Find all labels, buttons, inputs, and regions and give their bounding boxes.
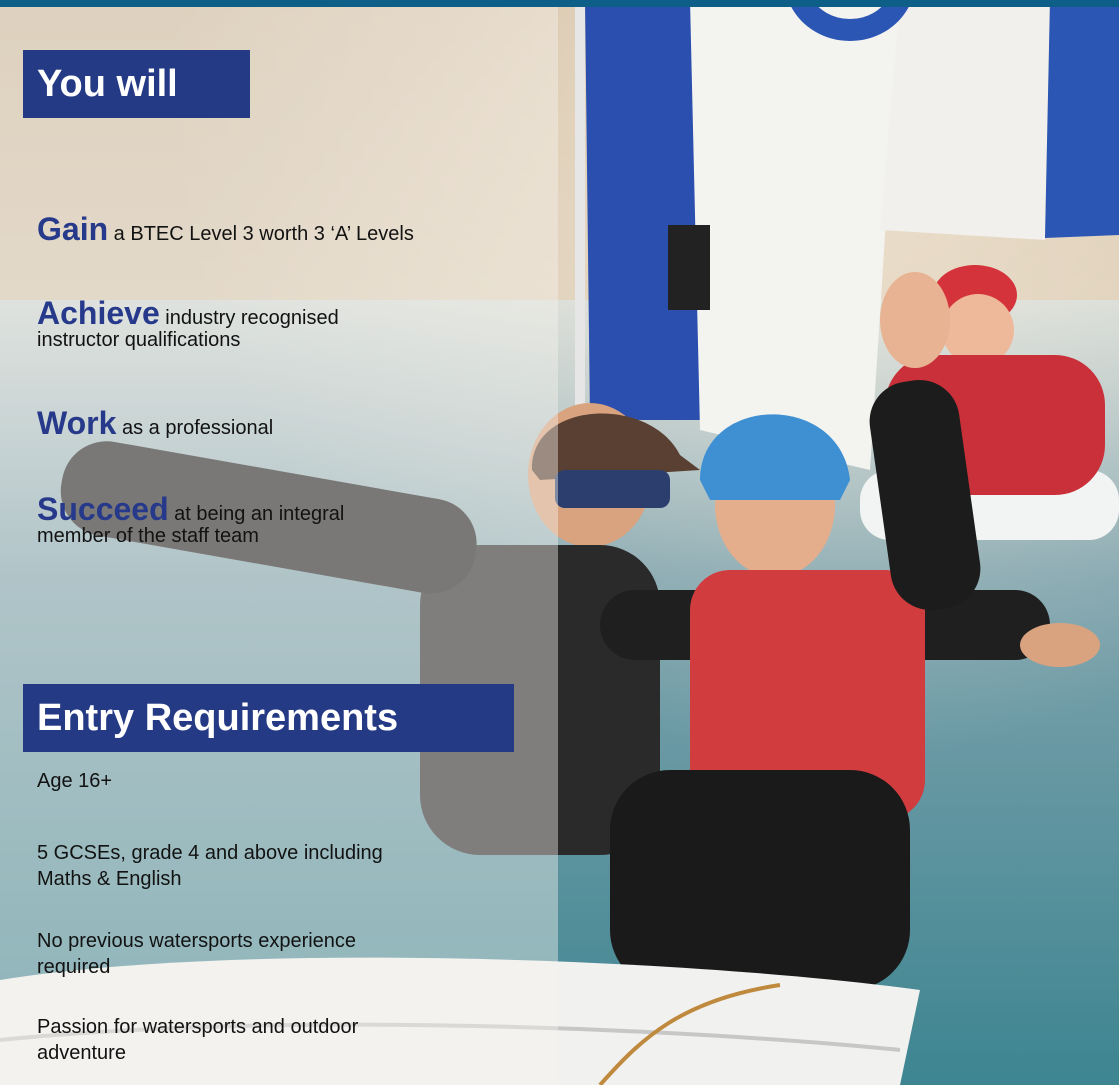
requirement-text-line2: required bbox=[37, 956, 111, 978]
requirement-text: No previous watersports experience bbox=[37, 930, 357, 952]
benefit-text: at being an integral bbox=[168, 503, 345, 525]
man-sunglasses bbox=[555, 470, 670, 508]
benefit-gain: Gain a BTEC Level 3 worth 3 ‘A’ Levels bbox=[37, 213, 414, 245]
you-will-heading: You will bbox=[23, 50, 250, 118]
benefit-keyword: Achieve bbox=[37, 295, 160, 331]
top-accent-bar bbox=[0, 0, 1119, 7]
requirement-experience: No previous watersports experience requi… bbox=[37, 928, 517, 980]
man-hand bbox=[1020, 623, 1100, 667]
benefit-keyword: Succeed bbox=[37, 491, 169, 527]
mast bbox=[575, 0, 585, 440]
entry-requirements-heading: Entry Requirements bbox=[23, 684, 514, 752]
requirement-text-line2: adventure bbox=[37, 1042, 126, 1064]
woman-legs bbox=[610, 770, 910, 990]
sail-blue-right bbox=[1045, 0, 1119, 238]
benefit-keyword: Work bbox=[37, 405, 117, 441]
sail-white bbox=[690, 0, 900, 470]
requirement-passion: Passion for watersports and outdoor adve… bbox=[37, 1014, 517, 1066]
benefit-achieve: Achieve industry recognised instructor q… bbox=[37, 297, 339, 351]
requirement-text: 5 GCSEs, grade 4 and above including bbox=[37, 842, 383, 864]
benefit-text-line2: member of the staff team bbox=[37, 525, 259, 547]
requirement-text: Age 16+ bbox=[37, 770, 113, 792]
benefit-text: as a professional bbox=[116, 417, 274, 439]
requirement-age: Age 16+ bbox=[37, 768, 517, 794]
sail-white-right bbox=[880, 0, 1050, 240]
benefit-keyword: Gain bbox=[37, 211, 109, 247]
benefit-succeed: Succeed at being an integral member of t… bbox=[37, 493, 345, 547]
benefit-text: a BTEC Level 3 worth 3 ‘A’ Levels bbox=[108, 223, 414, 245]
sail-tag bbox=[668, 225, 710, 310]
benefit-work: Work as a professional bbox=[37, 407, 274, 439]
woman-hand bbox=[880, 272, 950, 368]
requirement-gcse: 5 GCSEs, grade 4 and above including Mat… bbox=[37, 840, 517, 892]
requirement-text: Passion for watersports and outdoor bbox=[37, 1016, 359, 1038]
benefit-text: industry recognised bbox=[159, 307, 339, 329]
requirement-text-line2: Maths & English bbox=[37, 868, 182, 890]
benefit-text-line2: instructor qualifications bbox=[37, 329, 241, 351]
brochure-page: You will Gain a BTEC Level 3 worth 3 ‘A’… bbox=[0, 0, 1119, 1085]
